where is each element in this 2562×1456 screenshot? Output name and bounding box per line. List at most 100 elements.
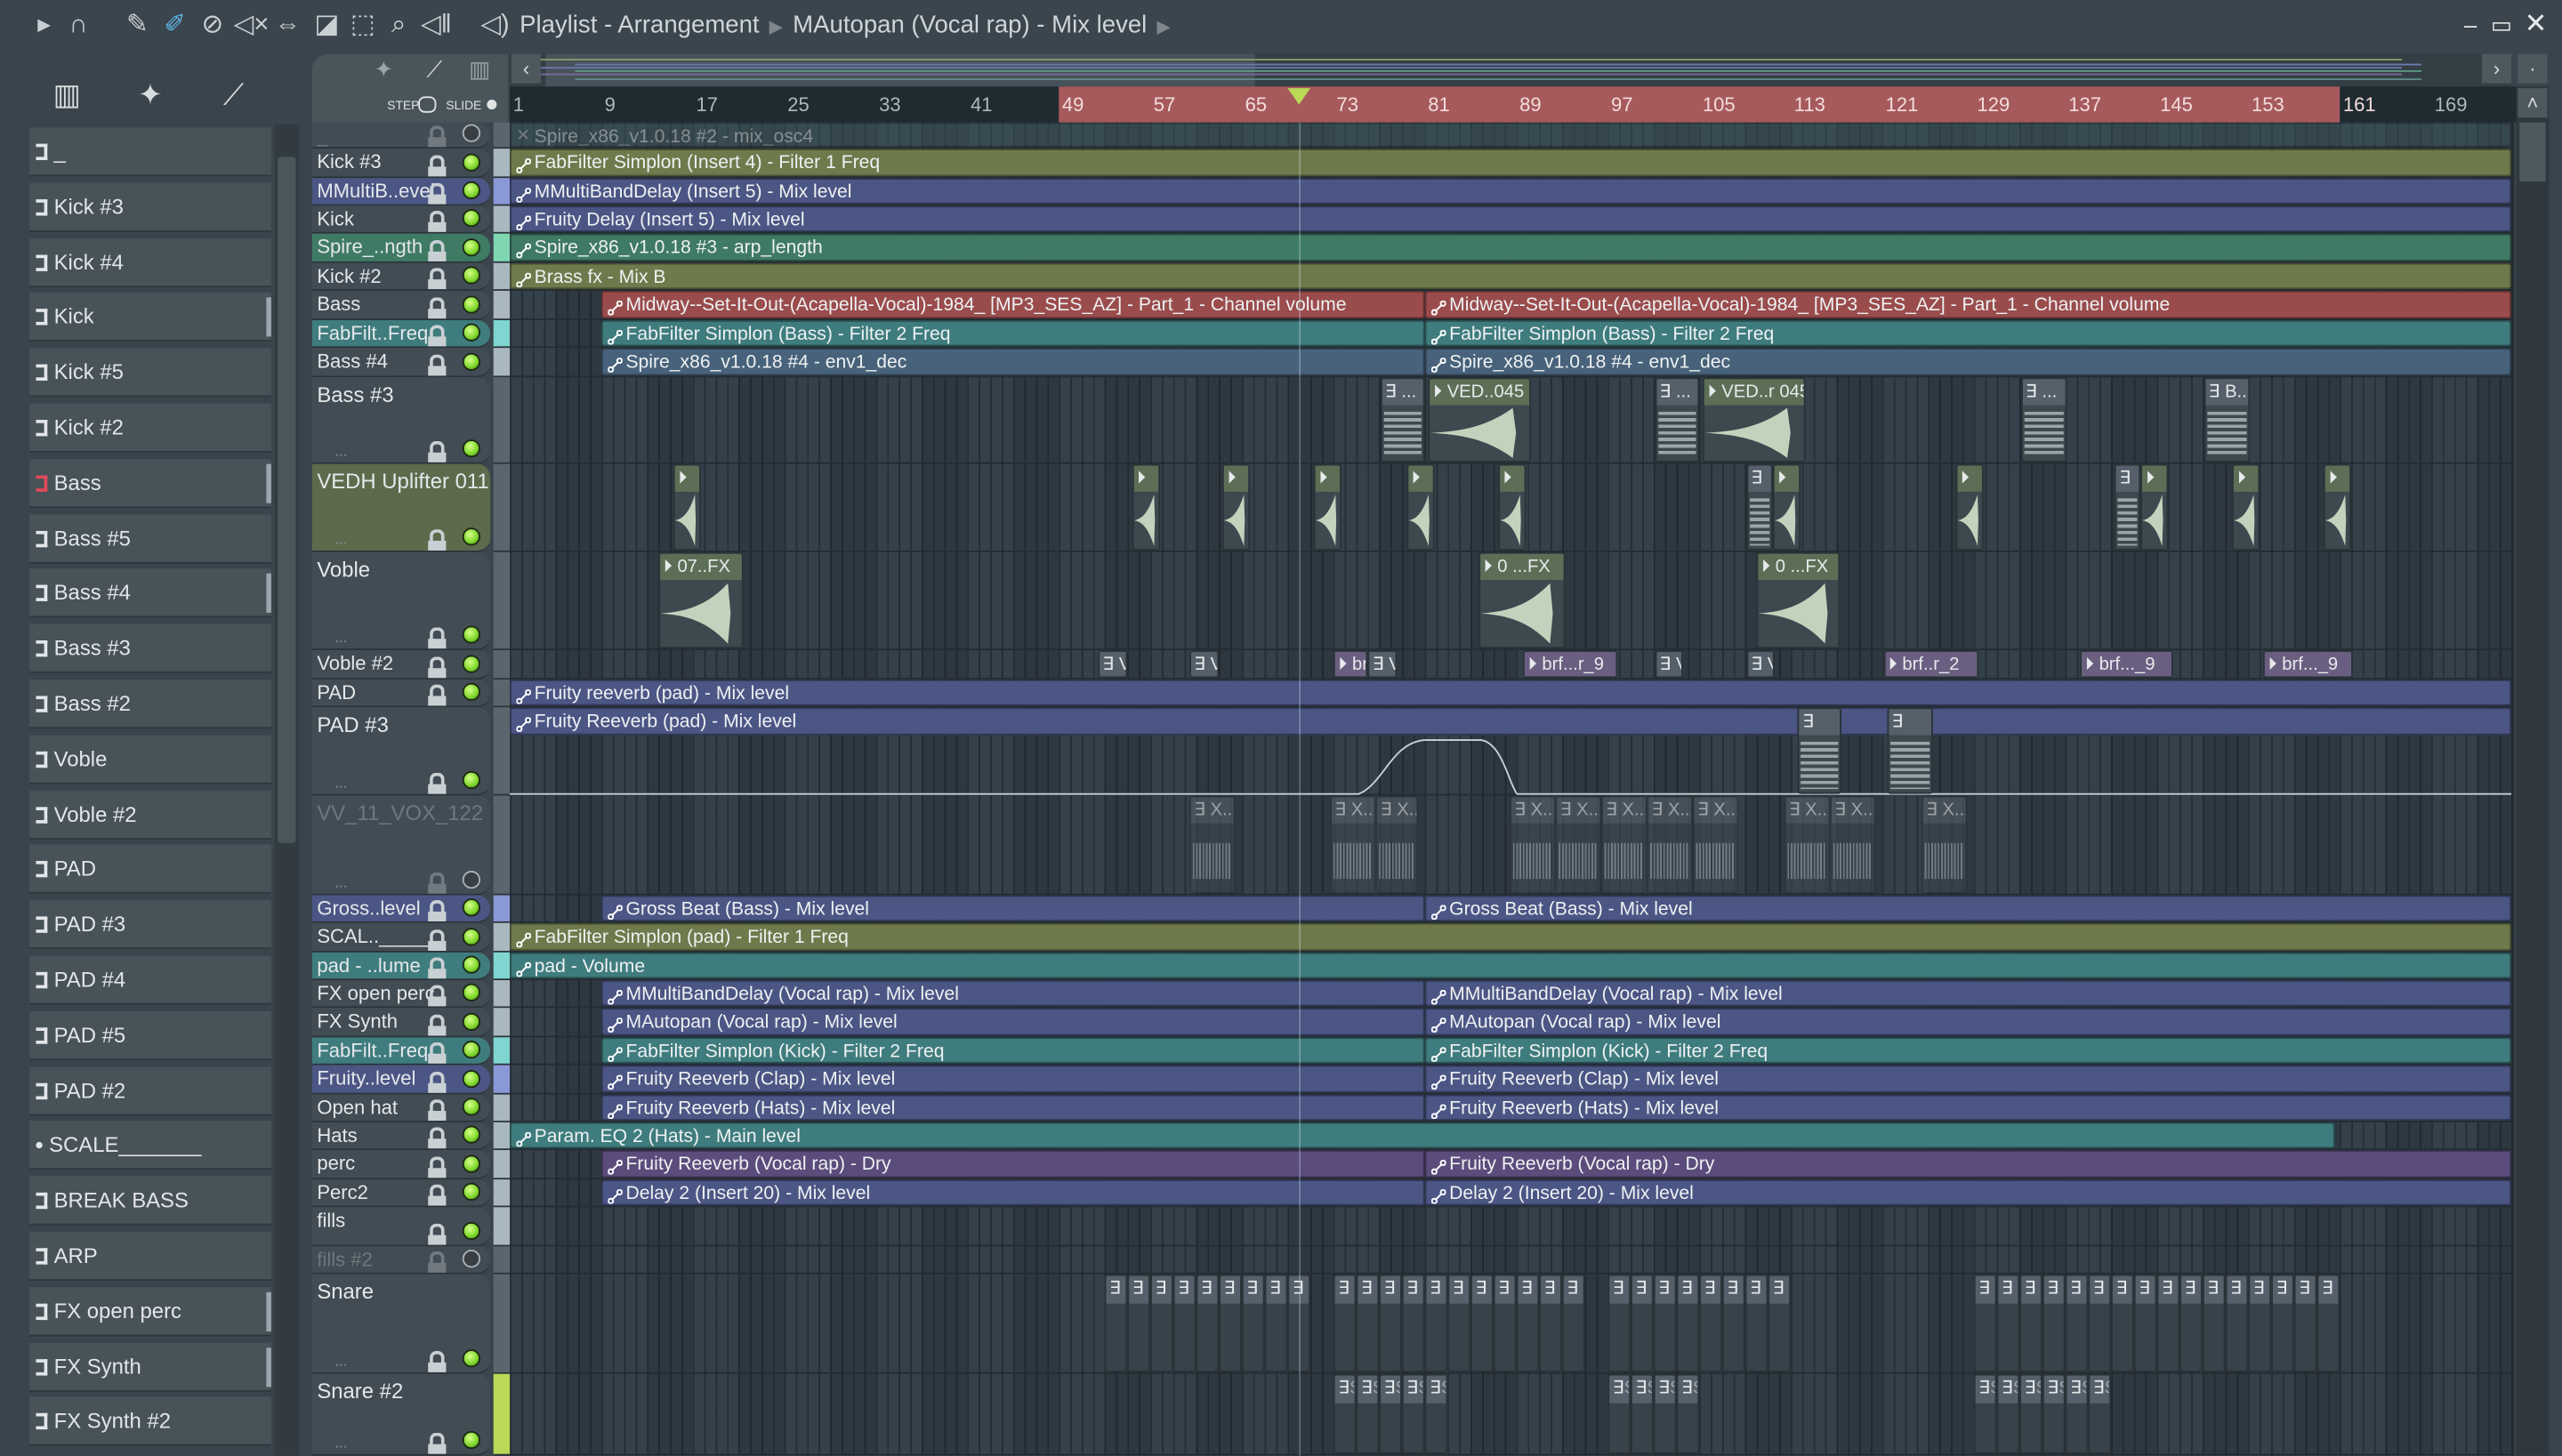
picker-item[interactable]: Kick #3 <box>29 182 271 232</box>
lock-icon[interactable] <box>428 1014 447 1036</box>
audio-clip[interactable]: ⏵ <box>1313 463 1341 551</box>
pattern-clip[interactable]: ∃S.. <box>1631 1373 1654 1454</box>
pattern-clip[interactable]: ∃ <box>1631 1274 1654 1372</box>
track-header[interactable]: VV_11_VOX_122... <box>311 795 491 896</box>
breadcrumb-more-icon[interactable]: ▶ <box>1156 18 1171 37</box>
pattern-clip[interactable]: ∃S.. <box>1607 1373 1631 1454</box>
track-header[interactable]: PAD <box>311 680 491 708</box>
track-name[interactable]: Open hat <box>317 1096 398 1119</box>
pattern-clip[interactable]: ∃ <box>2114 463 2141 551</box>
track-name[interactable]: PAD #3 <box>317 712 389 737</box>
lock-icon[interactable] <box>428 529 447 551</box>
mute-icon[interactable]: ◁× <box>234 10 270 43</box>
pattern-clip[interactable]: ∃ <box>1607 1274 1631 1372</box>
pattern-clip[interactable]: ∃ <box>2248 1274 2272 1372</box>
automation-clip[interactable]: ✕ Spire_x86_v1.0.18 #2 - mix_osc4 <box>510 122 2512 148</box>
picker-item[interactable]: _ <box>29 127 271 177</box>
track-name[interactable]: perc <box>317 1152 355 1175</box>
track-name[interactable]: Bass #4 <box>317 350 388 373</box>
picker-item[interactable]: Bass <box>29 458 271 508</box>
pattern-clip[interactable]: ∃ <box>2316 1274 2340 1372</box>
pattern-clip[interactable]: ∃ <box>1745 463 1773 551</box>
pattern-clip[interactable]: ∃ <box>1333 1274 1357 1372</box>
track-header[interactable]: Kick <box>311 205 491 234</box>
track-header[interactable]: Bass #3... <box>311 377 491 464</box>
pattern-clip[interactable]: ∃ <box>1516 1274 1540 1372</box>
track-more-icon[interactable]: ... <box>335 775 348 791</box>
track-header[interactable]: FabFilt..Freq <box>311 319 491 349</box>
pattern-clip[interactable]: ∃ <box>1973 1274 1997 1372</box>
pattern-clip[interactable]: ∃ X..2 <box>1600 795 1648 894</box>
track-name[interactable]: FX open perc <box>317 982 434 1005</box>
track-enable-toggle[interactable] <box>462 238 480 257</box>
track-enable-toggle[interactable] <box>462 1182 480 1201</box>
audio-clip[interactable]: ⏵ <box>2232 463 2260 551</box>
pattern-clip[interactable]: ∃ X..2 <box>1375 795 1418 894</box>
track-name[interactable]: FX Synth <box>317 1010 398 1033</box>
track-name[interactable]: VEDH Uplifter 011 <box>317 469 488 494</box>
track-name[interactable]: VV_11_VOX_122 <box>317 800 483 825</box>
pattern-clip[interactable]: ∃ X..2 <box>1555 795 1601 894</box>
track-enable-toggle[interactable] <box>462 527 480 546</box>
pattern-clip[interactable]: ∃S.. <box>2042 1373 2066 1454</box>
track-header[interactable]: Bass #4 <box>311 348 491 378</box>
track-enable-toggle[interactable] <box>462 870 480 889</box>
pattern-clip[interactable]: ∃ <box>1356 1274 1380 1372</box>
pencil-icon[interactable]: ✎ <box>121 10 154 43</box>
track-enable-toggle[interactable] <box>462 1154 480 1173</box>
picker-item[interactable]: Bass #5 <box>29 513 271 563</box>
pattern-clip[interactable]: ∃ <box>2111 1274 2134 1372</box>
pattern-clip[interactable]: ∃S.. <box>1676 1373 1700 1454</box>
pattern-clip[interactable]: ∃ V.. <box>1188 650 1220 679</box>
pattern-clip[interactable]: ⏵ brf..r_2 <box>1883 650 1978 679</box>
pattern-clip[interactable]: ∃S.. <box>1356 1373 1380 1454</box>
picker-item[interactable]: ARP <box>29 1231 271 1281</box>
delete-icon[interactable]: ⊘ <box>196 10 229 43</box>
pattern-clip[interactable]: ∃ <box>2088 1274 2112 1372</box>
track-header[interactable]: pad - ..lume <box>311 952 491 981</box>
paint-brush-icon[interactable]: ✐ <box>158 10 191 43</box>
track-header[interactable]: Hats <box>311 1122 491 1151</box>
track-enable-toggle[interactable] <box>462 153 480 172</box>
track-name[interactable]: _ <box>317 125 327 148</box>
pattern-clip[interactable]: ∃ <box>1264 1274 1288 1372</box>
picker-item[interactable]: Kick #4 <box>29 237 271 287</box>
pattern-clip[interactable]: ∃ <box>1379 1274 1402 1372</box>
automation-clip[interactable]: Fruity Reeverb (Vocal rap) - Dry <box>1424 1150 2512 1178</box>
picker-item[interactable]: Voble #2 <box>29 790 271 840</box>
automation-clip[interactable]: Fruity Reeverb (pad) - Mix level <box>510 707 2512 736</box>
lock-icon[interactable] <box>428 1223 447 1245</box>
track-name[interactable]: Kick #3 <box>317 150 381 173</box>
scroll-up-button[interactable]: ˄ <box>2518 88 2548 118</box>
pattern-clip[interactable]: ∃ X..2 <box>1509 795 1556 894</box>
track-header[interactable]: Voble #2 <box>311 650 491 680</box>
lock-icon[interactable] <box>428 125 447 148</box>
automation-clip[interactable]: Param. EQ 2 (Hats) - Main level <box>510 1122 2334 1149</box>
track-more-icon[interactable]: ... <box>335 1353 348 1369</box>
speaker-icon[interactable]: ◁) <box>479 10 512 43</box>
track-enable-toggle[interactable] <box>462 124 480 142</box>
track-header[interactable]: VEDH Uplifter 011... <box>311 463 491 552</box>
track-enable-toggle[interactable] <box>462 625 480 644</box>
lock-icon[interactable] <box>428 1350 447 1372</box>
audio-clip[interactable]: ⏵ <box>1497 463 1526 551</box>
audio-clip[interactable]: ⏵ <box>1132 463 1160 551</box>
track-more-icon[interactable]: ... <box>335 874 348 890</box>
lock-icon[interactable] <box>428 155 447 177</box>
pattern-clip[interactable]: ∃S.. <box>1424 1373 1448 1454</box>
picker-item[interactable]: FX open perc <box>29 1286 271 1337</box>
picker-scrollbar[interactable] <box>274 124 300 1456</box>
track-header[interactable]: Kick #3 <box>311 149 491 179</box>
track-name[interactable]: FabFilt..Freq <box>317 1039 428 1062</box>
automation-clip[interactable]: FabFilter Simplon (Kick) - Filter 2 Freq <box>600 1037 1425 1064</box>
track-more-icon[interactable]: ... <box>335 629 348 645</box>
lock-icon[interactable] <box>428 985 447 1007</box>
pattern-clip[interactable]: ∃ <box>2271 1274 2294 1372</box>
audio-clip[interactable]: ⏵ <box>1955 463 1984 551</box>
pattern-clip[interactable]: ∃ <box>1493 1274 1517 1372</box>
lock-icon[interactable] <box>428 239 447 261</box>
playback-icon[interactable]: ◁‖ <box>420 10 453 43</box>
track-name[interactable]: Hats <box>317 1124 357 1147</box>
track-header[interactable]: _ <box>311 122 491 149</box>
automation-clip[interactable]: Midway--Set-It-Out-(Acapella-Vocal)-1984… <box>600 290 1425 319</box>
